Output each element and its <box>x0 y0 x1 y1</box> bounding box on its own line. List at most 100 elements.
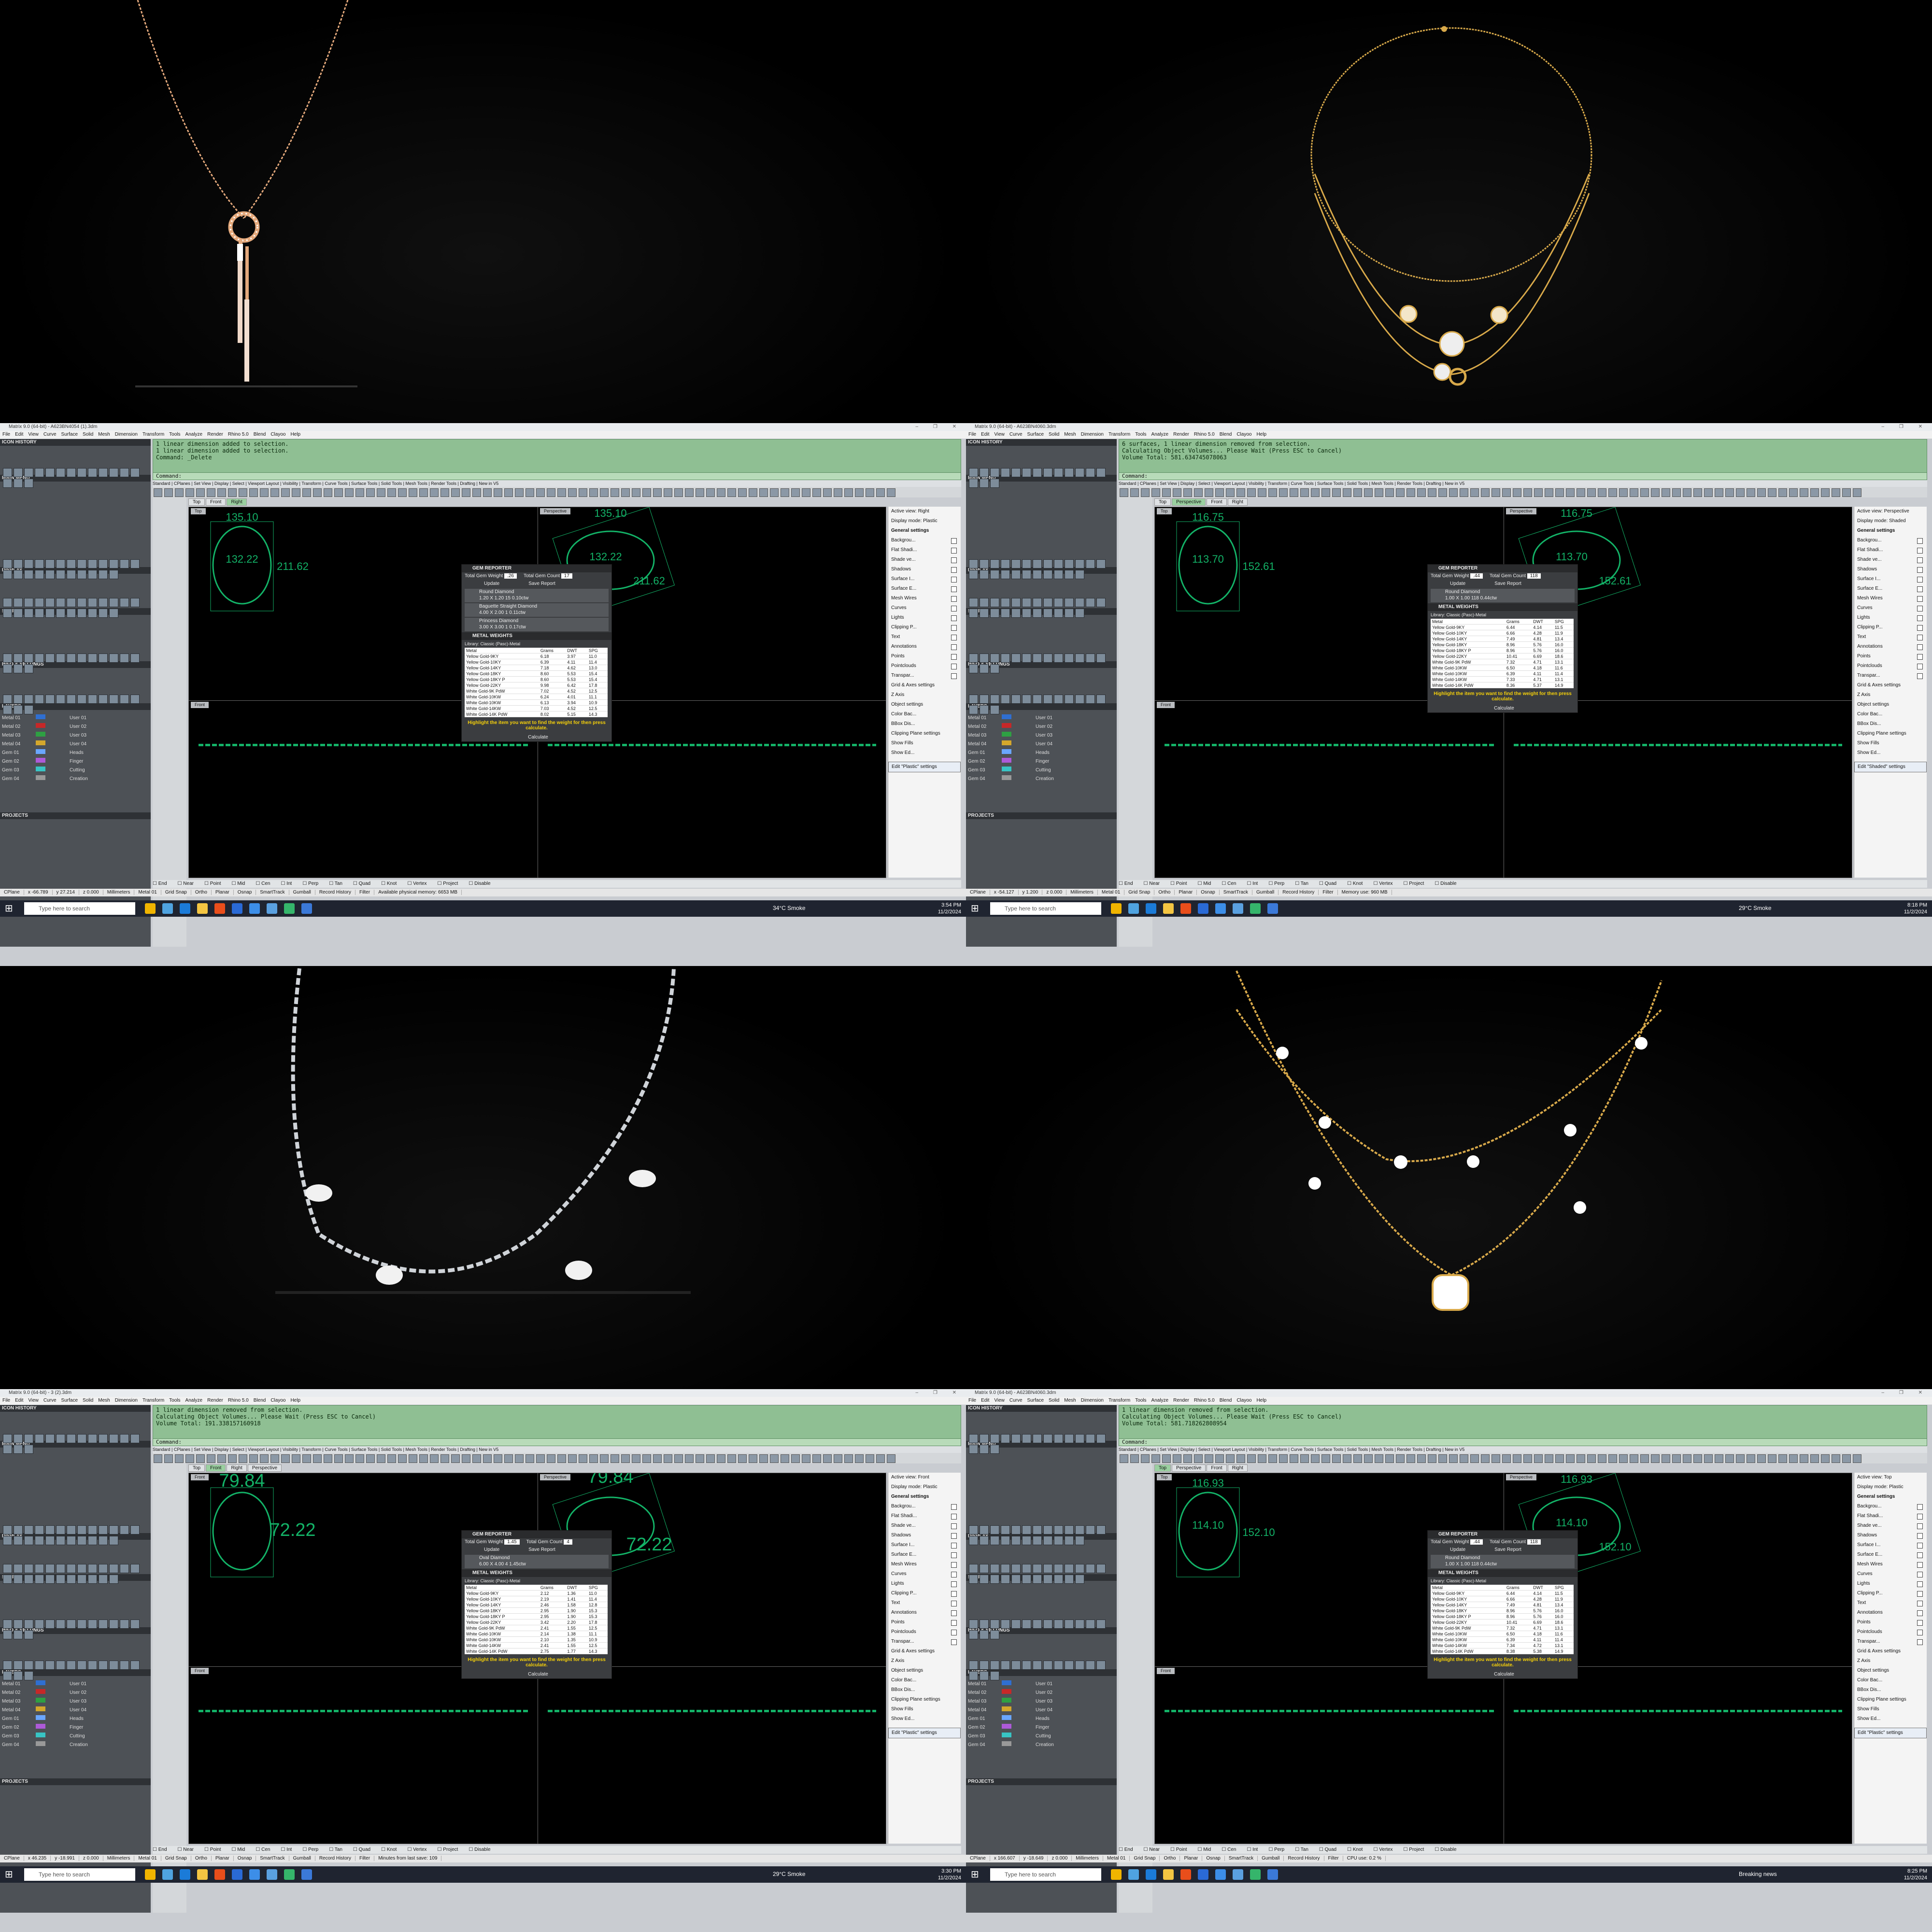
status-x[interactable]: x -66.789 <box>24 890 53 895</box>
table-row[interactable]: Yellow Gold-10KY 6.66 4.28 11.9 <box>1431 1596 1574 1602</box>
tool-button[interactable] <box>1086 559 1095 568</box>
tool-button[interactable] <box>109 468 118 477</box>
tool-button[interactable] <box>109 1525 118 1534</box>
tool-button[interactable] <box>14 598 23 608</box>
tool-button[interactable] <box>120 598 129 608</box>
toolbar-button[interactable] <box>451 488 460 497</box>
display-mode-row[interactable]: Display mode: Shaded <box>1854 516 1927 526</box>
toolbar-button[interactable] <box>1226 1454 1235 1463</box>
tool-button[interactable] <box>1022 598 1031 608</box>
toolbar-button[interactable] <box>727 488 736 497</box>
toolbar-button[interactable] <box>1279 488 1288 497</box>
toolbar-button[interactable] <box>717 488 725 497</box>
tool-button[interactable] <box>1075 569 1084 579</box>
tool-button[interactable] <box>14 1661 23 1670</box>
toolbar-button[interactable] <box>1438 1454 1447 1463</box>
tool-button[interactable] <box>77 1619 86 1629</box>
tool-button[interactable] <box>980 569 989 579</box>
osnap-option[interactable]: ☐ End <box>153 881 167 886</box>
setting-checkbox[interactable] <box>1917 586 1923 592</box>
setting-row[interactable]: Annotations <box>888 1608 961 1618</box>
taskbar-clock[interactable]: 3:54 PM 11/2/2024 <box>938 902 961 915</box>
toolbar-button[interactable] <box>409 1454 417 1463</box>
menu-item[interactable]: Help <box>290 1398 300 1403</box>
setting-checkbox[interactable] <box>951 654 957 660</box>
toolbar-button[interactable] <box>1130 488 1139 497</box>
osnap-option[interactable]: ☐ Project <box>1404 1847 1424 1852</box>
toolbar-button[interactable] <box>1534 1454 1543 1463</box>
tool-button[interactable] <box>1022 559 1031 568</box>
toolbar-button[interactable] <box>589 488 598 497</box>
setting-row[interactable]: Text <box>1854 632 1927 642</box>
table-row[interactable]: Yellow Gold-10KY 6.39 4.11 11.4 <box>465 659 608 665</box>
table-row[interactable]: Yellow Gold-22KY 10.41 6.69 18.6 <box>1431 1619 1574 1625</box>
tool-button[interactable] <box>56 1575 65 1584</box>
osnap-option[interactable]: ☐ End <box>153 1847 167 1852</box>
table-row[interactable]: White Gold-10KW 6.39 4.11 11.4 <box>1431 670 1574 677</box>
setting-row[interactable]: Flat Shadi... <box>1854 545 1927 555</box>
toolbar-button[interactable] <box>1651 488 1660 497</box>
tool-button[interactable] <box>1033 1564 1042 1574</box>
toolbar-button[interactable] <box>472 1454 481 1463</box>
tool-button[interactable] <box>14 1671 23 1681</box>
toolbar-button[interactable] <box>579 1454 587 1463</box>
tool-button[interactable] <box>1096 1661 1106 1670</box>
toolbar-button[interactable] <box>1789 488 1798 497</box>
tool-button[interactable] <box>56 598 65 608</box>
tool-button[interactable] <box>1043 569 1052 579</box>
tool-button[interactable] <box>1065 1619 1074 1629</box>
status-button[interactable]: SmartTrack <box>1224 1856 1258 1861</box>
tool-button[interactable] <box>56 1619 65 1629</box>
table-row[interactable]: White Gold-14KW 7.34 4.72 13.1 <box>1431 1642 1574 1648</box>
menu-item[interactable]: Analyze <box>185 432 203 437</box>
table-row[interactable]: Yellow Gold-18KY P 8.60 5.53 15.4 <box>465 676 608 682</box>
tool-button[interactable] <box>56 468 65 477</box>
taskbar-app-icon[interactable] <box>1198 903 1208 914</box>
tool-button[interactable] <box>14 468 23 477</box>
tool-button[interactable] <box>980 468 989 477</box>
tool-button[interactable] <box>67 598 76 608</box>
tool-button[interactable] <box>1033 1575 1042 1584</box>
status-button[interactable]: Planar <box>211 890 234 895</box>
tool-button[interactable] <box>1001 559 1010 568</box>
layer-row[interactable]: Metal 01 User 01 <box>2 1680 147 1687</box>
toolbar-button[interactable] <box>1406 1454 1415 1463</box>
osnap-option[interactable]: ☐ Quad <box>353 1847 370 1852</box>
osnap-option[interactable]: ☐ Quad <box>353 881 370 886</box>
toolbar-button[interactable] <box>1693 488 1702 497</box>
tool-button[interactable] <box>1033 653 1042 663</box>
layer-row[interactable]: Metal 02 User 02 <box>968 723 1113 730</box>
tool-button[interactable] <box>1043 1535 1052 1545</box>
tool-button[interactable] <box>67 653 76 663</box>
setting-checkbox[interactable] <box>1917 1591 1923 1597</box>
tool-button[interactable] <box>1075 695 1084 704</box>
vertical-toolbar[interactable] <box>153 497 186 947</box>
setting-checkbox[interactable] <box>1917 1581 1923 1587</box>
toolbar-button[interactable] <box>526 488 534 497</box>
menu-item[interactable]: Dimension <box>1081 1398 1104 1403</box>
toolbar-button[interactable] <box>377 488 385 497</box>
osnap-option[interactable]: ☐ Disable <box>469 1847 490 1852</box>
tool-button[interactable] <box>1096 598 1106 608</box>
tool-button[interactable] <box>1054 468 1063 477</box>
toolbar-button[interactable] <box>685 488 694 497</box>
toolbar-button[interactable] <box>1343 488 1351 497</box>
toolbar-button[interactable] <box>1630 1454 1638 1463</box>
taskbar-app-icon[interactable] <box>249 903 260 914</box>
tool-button[interactable] <box>1011 468 1021 477</box>
tool-button[interactable] <box>1033 569 1042 579</box>
toolbar-button[interactable] <box>1205 488 1213 497</box>
setting-checkbox[interactable] <box>951 548 957 554</box>
toolbar-button[interactable] <box>355 488 364 497</box>
setting-checkbox[interactable] <box>951 1620 957 1626</box>
setting-checkbox[interactable] <box>1917 538 1923 544</box>
setting-row[interactable]: Annotations <box>888 642 961 652</box>
status-z[interactable]: z 0.000 <box>79 1856 103 1861</box>
setting-checkbox[interactable] <box>951 1610 957 1616</box>
tool-button[interactable] <box>969 1564 978 1574</box>
table-row[interactable]: Yellow Gold-22KY 10.41 6.69 18.6 <box>1431 653 1574 659</box>
toolbar-button[interactable] <box>281 1454 290 1463</box>
menu-item[interactable]: Tools <box>169 432 180 437</box>
display-mode-row[interactable]: Display mode: Plastic <box>888 516 961 526</box>
tool-button[interactable] <box>1022 1575 1031 1584</box>
